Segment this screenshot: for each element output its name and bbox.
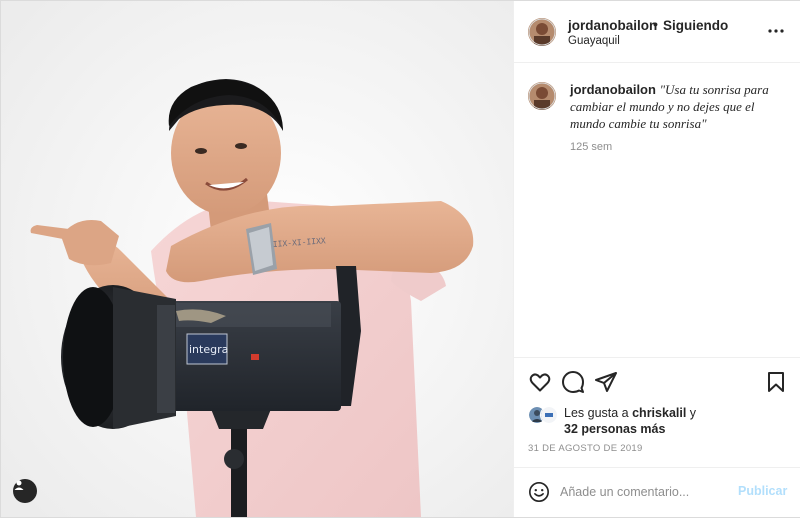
avatar[interactable] [528, 18, 556, 46]
instagram-post: IIX-XI-IIXX integra jordanobailon • Sigu… [0, 0, 800, 518]
publish-button[interactable]: Publicar [738, 484, 787, 498]
brand-text: integra [189, 343, 228, 356]
action-bar [514, 357, 800, 406]
location-link[interactable]: Guayaquil [568, 35, 620, 47]
liker-username[interactable]: chriskalil [632, 406, 686, 420]
liker-avatars [528, 405, 560, 424]
header-separator: • [653, 16, 658, 32]
following-button[interactable]: Siguiendo [663, 18, 728, 33]
avatar-image [528, 18, 556, 46]
send-icon[interactable] [594, 370, 618, 394]
likes-text: Les gusta a chriskalil y 32 personas más [564, 405, 794, 437]
caption-username[interactable]: jordanobailon [570, 82, 656, 97]
add-comment-bar: Publicar [514, 467, 800, 518]
likes-summary: Les gusta a chriskalil y 32 personas más [514, 403, 800, 439]
likes-prefix: Les gusta a [564, 406, 633, 420]
bookmark-icon[interactable] [764, 370, 788, 394]
post-side-panel: jordanobailon • Siguiendo Guayaquil jord… [513, 1, 800, 517]
likes-others-link[interactable]: 32 personas más [564, 422, 665, 436]
caption: jordanobailon "Usa tu sonrisa para cambi… [570, 81, 784, 132]
photo-man-with-studio-light: IIX-XI-IIXX integra [1, 1, 513, 517]
avatar-image [528, 82, 556, 110]
post-date[interactable]: 31 DE AGOSTO DE 2019 [528, 443, 643, 454]
comment-icon[interactable] [561, 370, 585, 394]
comment-input[interactable] [560, 482, 730, 502]
post-image[interactable]: IIX-XI-IIXX integra [1, 1, 513, 517]
liker-avatar[interactable] [540, 406, 558, 424]
emoji-icon[interactable] [528, 481, 550, 503]
comments-area: jordanobailon "Usa tu sonrisa para cambi… [514, 63, 800, 355]
post-header: jordanobailon • Siguiendo Guayaquil [514, 1, 800, 63]
likes-joiner: y [686, 406, 697, 420]
author-username[interactable]: jordanobailon [568, 18, 657, 33]
user-icon [14, 480, 24, 490]
user-tags-button[interactable] [13, 479, 37, 503]
more-horizontal-icon[interactable] [766, 23, 786, 39]
caption-avatar[interactable] [528, 82, 556, 110]
time-ago[interactable]: 125 sem [570, 141, 612, 153]
heart-icon[interactable] [528, 370, 552, 394]
